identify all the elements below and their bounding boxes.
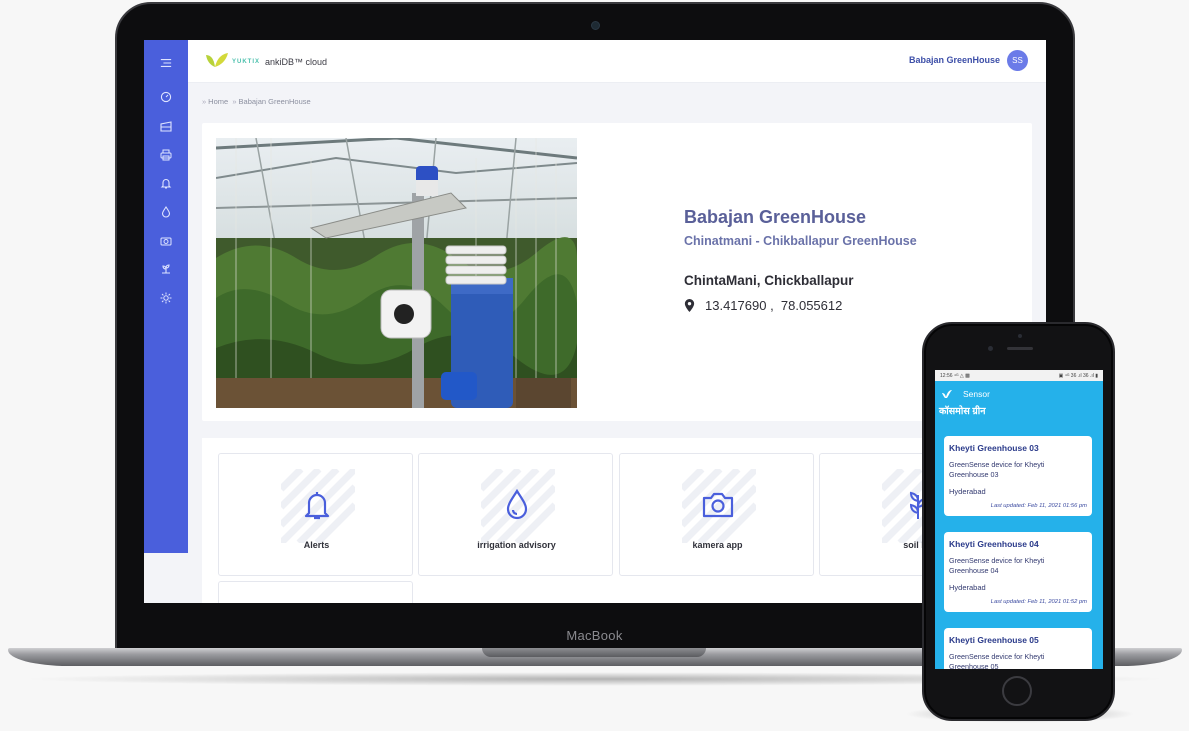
app-label: kamera app [692, 540, 743, 550]
greenhouse-subtitle: Chinatmani - Chikballapur GreenHouse [684, 234, 917, 248]
logo-text: YUKTIX [232, 59, 261, 65]
status-left: 12:56 ⁴ᴳ △ ▩ [940, 372, 970, 379]
app-tile-partial[interactable] [218, 581, 413, 603]
phone-sensor [988, 346, 993, 351]
coordinates-text: 13.417690 , 78.055612 [705, 298, 843, 313]
phone-body: 12:56 ⁴ᴳ △ ▩ ▣ ⁴ᴳ 36 .ıl 36 .ıl ▮ Sensor… [922, 322, 1115, 721]
sensor-card-title: Kheyti Greenhouse 03 [949, 443, 1039, 453]
app-tile-irrigation-advisory[interactable]: irrigation advisory [418, 453, 613, 576]
sidebar [144, 40, 188, 553]
greenhouse-location: ChintaMani, Chickballapur [684, 273, 854, 288]
app-tile-alerts[interactable]: Alerts [218, 453, 413, 576]
dashboard-icon[interactable] [159, 90, 173, 104]
breadcrumb-home[interactable]: Home [208, 97, 228, 106]
breadcrumb: » Home » Babajan GreenHouse [202, 97, 311, 106]
laptop-screen: YUKTIX ankiDB™ cloud Babajan GreenHouse … [144, 40, 1046, 603]
status-right: ▣ ⁴ᴳ 36 .ıl 36 .ıl ▮ [1058, 372, 1098, 379]
bird-logo-icon[interactable] [941, 389, 953, 399]
bell-icon[interactable] [159, 176, 173, 190]
top-bar: YUKTIX ankiDB™ cloud Babajan GreenHouse … [188, 40, 1046, 83]
app-label: Alerts [303, 540, 330, 550]
camera-icon[interactable] [159, 234, 173, 248]
sensor-card-city: Hyderabad [949, 487, 986, 496]
sensor-card-description: GreenSense device for Kheyti Greenhouse … [949, 652, 1045, 669]
sensor-card-city: Hyderabad [949, 583, 986, 592]
printer-icon[interactable] [159, 148, 173, 162]
phone-speaker [1007, 347, 1033, 350]
status-bar: 12:56 ⁴ᴳ △ ▩ ▣ ⁴ᴳ 36 .ıl 36 .ıl ▮ [935, 370, 1103, 381]
sensor-card[interactable]: Kheyti Greenhouse 03 GreenSense device f… [944, 436, 1092, 516]
bell-icon [304, 492, 330, 520]
apps-grid: Alerts irrigation advisory kamera app so… [202, 438, 1032, 603]
greenhouse-coordinates: 13.417690 , 78.055612 [684, 298, 842, 313]
phone-camera [1018, 334, 1022, 338]
phone-screen: 12:56 ⁴ᴳ △ ▩ ▣ ⁴ᴳ 36 .ıl 36 .ıl ▮ Sensor… [935, 370, 1103, 669]
sensor-card-title: Kheyti Greenhouse 04 [949, 539, 1039, 549]
breadcrumb-current: Babajan GreenHouse [238, 97, 311, 106]
mobile-app-title: Sensor [963, 388, 990, 399]
plant-icon[interactable] [159, 262, 173, 276]
phone-home-button[interactable] [1002, 676, 1032, 706]
sensor-card[interactable]: Kheyti Greenhouse 05 GreenSense device f… [944, 628, 1092, 669]
yuktix-logo[interactable]: YUKTIX [204, 52, 260, 72]
sun-icon[interactable] [159, 291, 173, 305]
sensor-card-title: Kheyti Greenhouse 05 [949, 635, 1039, 645]
mobile-app-bar: Sensor [935, 381, 1103, 406]
leaf-logo-icon [206, 53, 228, 67]
sensor-card[interactable]: Kheyti Greenhouse 04 GreenSense device f… [944, 532, 1092, 612]
sensor-card-description: GreenSense device for Kheyti Greenhouse … [949, 556, 1045, 575]
greenhouse-name: Babajan GreenHouse [684, 207, 867, 227]
greenhouse-icon[interactable] [159, 119, 173, 133]
laptop-notch [482, 648, 706, 657]
map-pin-icon [684, 299, 695, 312]
sensor-card-description: GreenSense device for Kheyti Greenhouse … [949, 460, 1045, 479]
greenhouse-photo [216, 138, 577, 408]
mobile-section-title: कॉसमोस ग्रीन [939, 406, 986, 417]
menu-icon[interactable] [159, 56, 173, 70]
greenhouse-info-card: Babajan GreenHouse Chinatmani - Chikball… [202, 123, 1032, 421]
camera-icon [702, 492, 734, 518]
user-name[interactable]: Babajan GreenHouse [909, 55, 1000, 65]
water-drop-icon[interactable] [159, 205, 173, 219]
sensor-card-updated: Last updated: Feb 11, 2021 01:52 pm [990, 599, 1087, 605]
user-avatar[interactable]: SS [1007, 50, 1028, 71]
laptop-camera [591, 21, 600, 30]
app-tile-kamera-app[interactable]: kamera app [619, 453, 814, 576]
app-label: irrigation advisory [477, 540, 556, 550]
water-drop-icon [506, 488, 528, 520]
app-name: ankiDB™ cloud [265, 57, 328, 67]
sensor-card-updated: Last updated: Feb 11, 2021 01:56 pm [990, 503, 1087, 509]
